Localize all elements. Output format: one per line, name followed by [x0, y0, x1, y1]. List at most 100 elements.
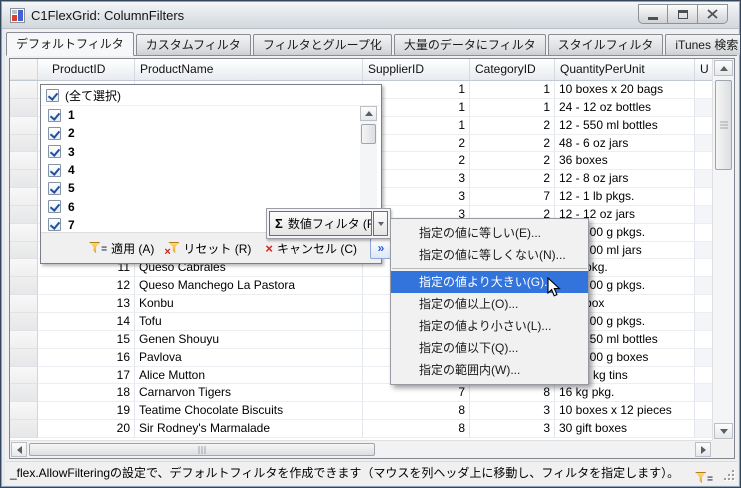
list-scroll-up-button[interactable]	[360, 106, 377, 121]
cell-unitprice-clipped[interactable]	[695, 152, 712, 171]
tab-5[interactable]: iTunes 検索	[665, 34, 740, 55]
cell-unitprice-clipped[interactable]	[695, 116, 712, 135]
column-header-categoryid[interactable]: CategoryID	[470, 59, 555, 80]
column-header-unitprice-clipped[interactable]: U	[695, 59, 712, 80]
cell-product-id[interactable]: 16	[38, 348, 135, 367]
cell-unitprice-clipped[interactable]	[695, 330, 712, 349]
row-header-cell[interactable]	[10, 170, 38, 189]
maximize-button[interactable]	[668, 4, 698, 24]
cell-quantity-per-unit[interactable]: 48 - 6 oz jars	[555, 134, 695, 153]
tab-3[interactable]: 大量のデータにフィルタ	[393, 34, 546, 55]
tab-1[interactable]: カスタムフィルタ	[135, 34, 251, 55]
cell-category-id[interactable]: 3	[470, 402, 555, 421]
cell-product-id[interactable]: 15	[38, 330, 135, 349]
scroll-down-button[interactable]	[714, 423, 733, 439]
filter-value-item[interactable]: 4	[41, 161, 381, 179]
vertical-scrollbar[interactable]	[712, 59, 734, 440]
cell-category-id[interactable]: 1	[470, 81, 555, 99]
cell-unitprice-clipped[interactable]	[695, 81, 712, 99]
cell-quantity-per-unit[interactable]: 24 - 12 oz bottles	[555, 98, 695, 117]
cell-quantity-per-unit[interactable]: 36 boxes	[555, 152, 695, 171]
cell-unitprice-clipped[interactable]	[695, 241, 712, 260]
cell-unitprice-clipped[interactable]	[695, 366, 712, 385]
cell-supplier-id[interactable]: 7	[363, 384, 470, 403]
cell-quantity-per-unit[interactable]: 12 - 550 ml bottles	[555, 116, 695, 135]
toolbar-overflow-button[interactable]: »	[370, 238, 392, 259]
cell-unitprice-clipped[interactable]	[695, 205, 712, 224]
row-header-cell[interactable]	[10, 348, 38, 367]
row-header-cell[interactable]	[10, 366, 38, 385]
resize-grip[interactable]	[723, 469, 735, 481]
cell-product-id[interactable]: 13	[38, 295, 135, 313]
column-header-quantityperunit[interactable]: QuantityPerUnit	[555, 59, 695, 80]
cell-product-id[interactable]: 14	[38, 312, 135, 331]
vertical-scroll-thumb[interactable]	[715, 80, 732, 170]
menu-item-0[interactable]: 指定の値に等しい(E)...	[391, 222, 588, 244]
cell-quantity-per-unit[interactable]: 10 boxes x 12 pieces	[555, 402, 695, 421]
cell-unitprice-clipped[interactable]	[695, 134, 712, 153]
checkbox-checked-icon[interactable]	[48, 108, 61, 122]
cell-unitprice-clipped[interactable]	[695, 295, 712, 313]
cell-quantity-per-unit[interactable]: 12 - 1 lb pkgs.	[555, 188, 695, 206]
cell-product-name[interactable]: Alice Mutton	[135, 366, 363, 385]
filter-value-item[interactable]: 1	[41, 106, 381, 124]
cell-product-name[interactable]: Genen Shouyu	[135, 330, 363, 349]
scroll-left-button[interactable]	[11, 442, 27, 457]
tab-0[interactable]: デフォルトフィルタ	[6, 32, 134, 56]
checkbox-checked-icon[interactable]	[46, 88, 59, 102]
cell-unitprice-clipped[interactable]	[695, 223, 712, 242]
cell-unitprice-clipped[interactable]	[695, 384, 712, 403]
row-header-cell[interactable]	[10, 312, 38, 331]
tab-2[interactable]: フィルタとグループ化	[252, 34, 392, 55]
cell-unitprice-clipped[interactable]	[695, 312, 712, 331]
cell-product-name[interactable]: Carnarvon Tigers	[135, 384, 363, 403]
cell-category-id[interactable]: 2	[470, 134, 555, 153]
row-header-cell[interactable]	[10, 134, 38, 153]
cancel-filter-button[interactable]: × キャンセル (C)	[265, 240, 357, 257]
menu-item-1[interactable]: 指定の値に等しくない(N)...	[391, 244, 588, 266]
row-header-cell[interactable]	[10, 402, 38, 421]
close-button[interactable]	[698, 4, 728, 24]
cell-product-id[interactable]: 12	[38, 277, 135, 296]
scroll-right-button[interactable]	[695, 442, 711, 457]
apply-filter-button[interactable]: = 適用 (A)	[89, 240, 154, 257]
tab-4[interactable]: スタイルフィルタ	[547, 34, 664, 55]
cell-unitprice-clipped[interactable]	[695, 348, 712, 367]
scroll-up-button[interactable]	[714, 60, 733, 76]
cell-product-id[interactable]: 17	[38, 366, 135, 385]
numeric-filter-button[interactable]: Σ 数値フィルタ (F)	[269, 211, 372, 236]
title-bar[interactable]: C1FlexGrid: ColumnFilters	[2, 2, 739, 29]
cell-unitprice-clipped[interactable]	[695, 259, 712, 278]
numeric-filter-dropdown-button[interactable]	[373, 211, 388, 236]
cell-unitprice-clipped[interactable]	[695, 98, 712, 117]
cell-product-id[interactable]: 20	[38, 420, 135, 438]
row-header-cell[interactable]	[10, 384, 38, 403]
list-scroll-thumb[interactable]	[361, 124, 376, 144]
cell-unitprice-clipped[interactable]	[695, 170, 712, 189]
cell-product-name[interactable]: Pavlova	[135, 348, 363, 367]
cell-unitprice-clipped[interactable]	[695, 277, 712, 296]
menu-item-7[interactable]: 指定の範囲内(W)...	[391, 359, 588, 381]
row-header-cell[interactable]	[10, 205, 38, 224]
minimize-button[interactable]	[638, 4, 668, 24]
cell-quantity-per-unit[interactable]: 30 gift boxes	[555, 420, 695, 438]
header-corner-cell[interactable]	[10, 59, 38, 80]
checkbox-checked-icon[interactable]	[48, 200, 61, 214]
filter-value-item[interactable]: 3	[41, 143, 381, 161]
column-header-productname[interactable]: ProductName	[135, 59, 363, 80]
reset-filter-button[interactable]: × リセット (R)	[164, 240, 251, 258]
horizontal-scrollbar[interactable]	[10, 440, 712, 458]
horizontal-scroll-thumb[interactable]	[29, 443, 375, 456]
menu-item-5[interactable]: 指定の値より小さい(L)...	[391, 315, 588, 337]
cell-supplier-id[interactable]: 8	[363, 420, 470, 438]
cell-product-name[interactable]: Tofu	[135, 312, 363, 331]
cell-category-id[interactable]: 8	[470, 384, 555, 403]
cell-quantity-per-unit[interactable]: 16 kg pkg.	[555, 384, 695, 403]
cell-product-name[interactable]: Sir Rodney's Marmalade	[135, 420, 363, 438]
row-header-cell[interactable]	[10, 330, 38, 349]
cell-unitprice-clipped[interactable]	[695, 402, 712, 421]
cell-category-id[interactable]: 7	[470, 188, 555, 206]
filter-select-all-row[interactable]: (全て選択)	[41, 85, 381, 106]
cell-product-id[interactable]: 19	[38, 402, 135, 421]
cell-product-name[interactable]: Konbu	[135, 295, 363, 313]
